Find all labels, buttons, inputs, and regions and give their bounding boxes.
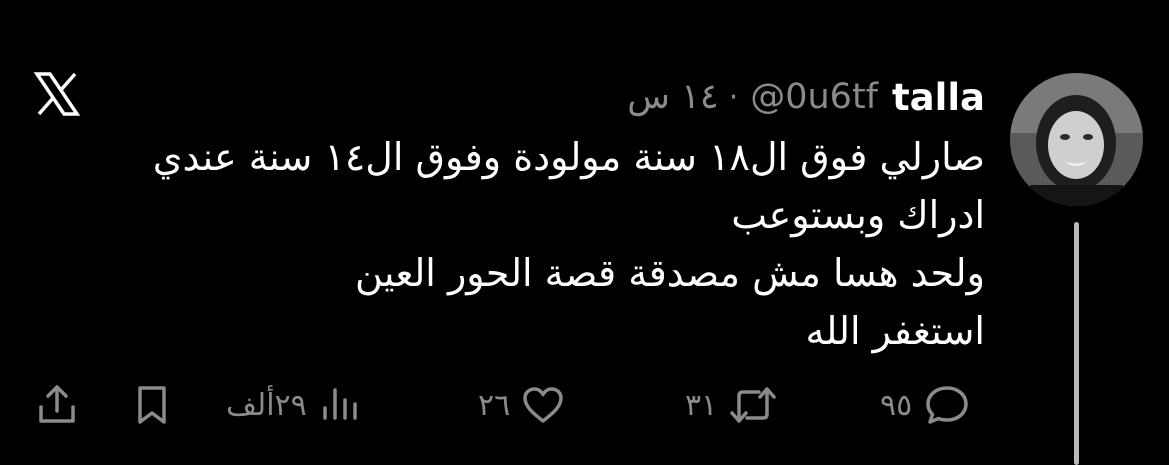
x-logo-icon[interactable]	[33, 70, 81, 118]
tweet-text-line: استغفر الله	[805, 309, 985, 353]
user-handle[interactable]: @0u6tf	[750, 77, 878, 117]
action-bar: ٩٥ ٣١ ٢٦ ٢٩ألف	[0, 380, 1169, 430]
tweet-text-line: ولحد هسا مش مصدقة قصة الحور العين	[355, 251, 985, 295]
tweet-text-line: صارلي فوق ال١٨ سنة مولودة وفوق ال١٤ سنة …	[152, 135, 985, 179]
share-button[interactable]	[36, 380, 78, 430]
retweet-count: ٣١	[685, 387, 718, 423]
reply-count: ٩٥	[880, 387, 913, 423]
display-name[interactable]: talla	[892, 76, 985, 119]
separator-dot: ·	[728, 79, 739, 115]
heart-icon	[520, 384, 566, 426]
share-icon	[36, 383, 78, 427]
reply-button[interactable]: ٩٥	[880, 380, 970, 430]
like-count: ٢٦	[478, 387, 511, 423]
reply-icon	[924, 384, 970, 426]
retweet-icon	[729, 384, 777, 426]
bookmark-button[interactable]	[133, 380, 171, 430]
tweet-header: talla @0u6tf · ١٤ س	[627, 72, 985, 122]
avatar[interactable]	[1010, 73, 1143, 206]
tweet-text: صارلي فوق ال١٨ سنة مولودة وفوق ال١٤ سنة …	[115, 128, 985, 360]
views-button[interactable]: ٢٩ألف	[226, 380, 361, 430]
bookmark-icon	[133, 384, 171, 426]
retweet-button[interactable]: ٣١	[685, 380, 777, 430]
tweet-text-line: ادراك وبستوعب	[731, 193, 985, 237]
views-chart-icon	[321, 384, 361, 426]
tweet-card: talla @0u6tf · ١٤ س صارلي فوق ال١٨ سنة م…	[0, 0, 1169, 465]
views-count: ٢٩ألف	[226, 387, 307, 423]
like-button[interactable]: ٢٦	[478, 380, 566, 430]
tweet-timestamp[interactable]: ١٤ س	[627, 77, 718, 117]
